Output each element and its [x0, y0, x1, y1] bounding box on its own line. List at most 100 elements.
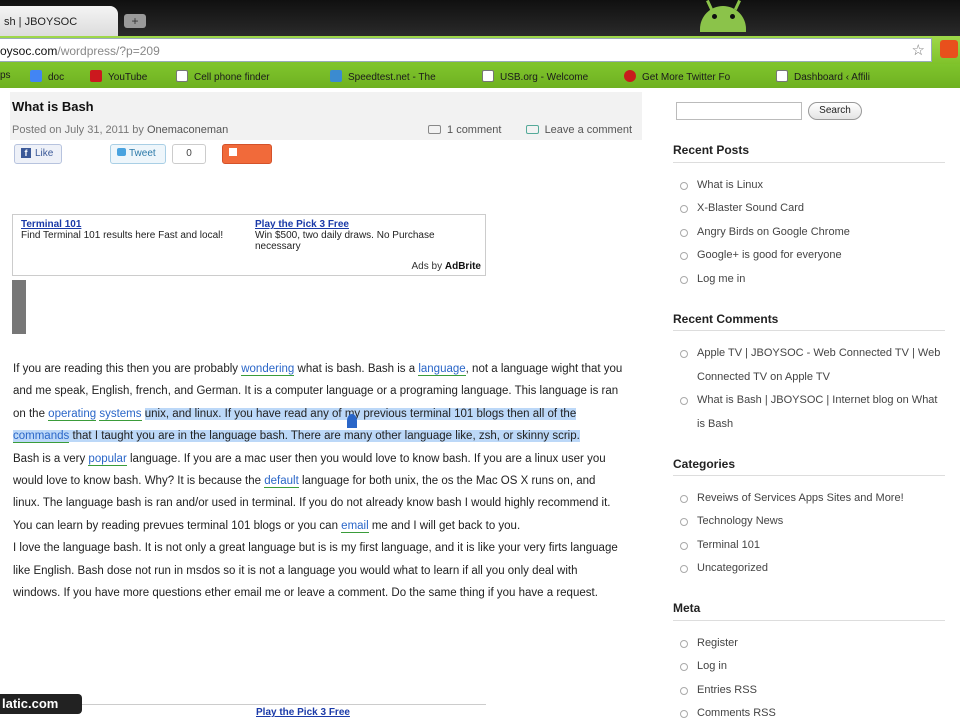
bullet-icon [680, 182, 688, 190]
bookmark-speedtest[interactable]: Speedtest.net - The [330, 70, 436, 83]
url-path: /wordpress/?p=209 [57, 44, 160, 58]
recent-comment-item[interactable]: Apple TV | JBOYSOC - Web Connected TV | … [680, 342, 942, 389]
ad-item[interactable]: Terminal 101 Find Terminal 101 results h… [21, 219, 241, 241]
bookmark-usb-org[interactable]: USB.org - Welcome [482, 70, 588, 83]
bullet-icon [680, 350, 688, 358]
tweet-button[interactable]: Tweet [110, 144, 166, 164]
bullet-icon [680, 276, 688, 284]
extension-icon[interactable] [940, 40, 958, 58]
bookmark-twitter-followers[interactable]: Get More Twitter Fo [624, 70, 730, 83]
new-tab-button[interactable]: + [124, 14, 146, 28]
bullet-icon [680, 663, 688, 671]
keyword-link[interactable]: commands [13, 430, 70, 444]
page-icon [176, 70, 188, 82]
post-header: What is Bash Posted on July 31, 2011 by … [10, 92, 642, 140]
comment-count-link[interactable]: 1 comment [447, 124, 501, 136]
category-item[interactable]: Terminal 101 [680, 534, 942, 558]
bookmark-cell-phone-finder[interactable]: Cell phone finder [176, 70, 270, 83]
keyword-link[interactable]: operating [48, 407, 97, 421]
meta-item[interactable]: Entries RSS [680, 679, 942, 703]
keyword-link[interactable]: default [264, 475, 299, 489]
recent-post-item[interactable]: X-Blaster Sound Card [680, 197, 942, 221]
bullet-icon [680, 565, 688, 573]
google-icon [30, 70, 42, 82]
bullet-icon [680, 710, 688, 718]
divider [673, 330, 945, 331]
paragraph: If you are reading this then you are pro… [13, 363, 623, 444]
search-button[interactable]: Search [808, 102, 862, 120]
ad-item[interactable]: Play the Pick 3 Free Win $500, two daily… [255, 219, 475, 252]
ad-box-bottom: Play the Pick 3 Free [12, 704, 486, 720]
android-logo-icon [684, 0, 764, 36]
recent-comment-item[interactable]: What is Bash | JBOYSOC | Internet blog o… [680, 389, 942, 436]
bookmark-apps[interactable]: ps [0, 70, 11, 81]
category-item[interactable]: Reveiws of Services Apps Sites and More! [680, 487, 942, 511]
keyword-link[interactable]: email [341, 519, 369, 533]
categories-title: Categories [673, 457, 736, 471]
ad-box: Terminal 101 Find Terminal 101 results h… [12, 214, 486, 276]
recent-post-item[interactable]: Angry Birds on Google Chrome [680, 221, 942, 245]
bullet-icon [680, 542, 688, 550]
bookmark-star-icon[interactable]: ☆ [912, 41, 925, 59]
bookmark-youtube[interactable]: YouTube [90, 70, 147, 83]
bullet-icon [680, 205, 688, 213]
ad-link[interactable]: Play the Pick 3 Free [256, 707, 350, 718]
page-icon [776, 70, 788, 82]
meta-item[interactable]: Comments RSS [680, 702, 942, 720]
selected-text: that I taught you are in the language ba… [69, 430, 580, 443]
twitter-icon [117, 148, 126, 156]
bookmark-doc[interactable]: doc [30, 70, 64, 83]
paragraph: I love the language bash. It is not only… [13, 542, 618, 600]
bullet-icon [680, 495, 688, 503]
watermark: latic.com [0, 694, 82, 714]
post-title[interactable]: What is Bash [12, 99, 94, 114]
keyword-link[interactable]: popular [88, 452, 127, 466]
share-button[interactable]: Share [222, 144, 272, 177]
tab-strip: sh | JBOYSOC + [0, 0, 960, 36]
leave-comment-link[interactable]: Leave a comment [545, 124, 632, 136]
address-bar[interactable]: oysoc.com/wordpress/?p=209 ☆ [0, 38, 932, 62]
meta-title: Meta [673, 601, 701, 615]
category-item[interactable]: Uncategorized [680, 557, 942, 581]
web-page: What is Bash Posted on July 31, 2011 by … [0, 88, 960, 720]
bullet-icon [680, 687, 688, 695]
divider [673, 475, 945, 476]
recent-comments-title: Recent Comments [673, 312, 779, 326]
bullet-icon [680, 518, 688, 526]
facebook-like-button[interactable]: f Like [14, 144, 62, 164]
facebook-icon: f [21, 148, 31, 158]
vertical-badge[interactable] [12, 280, 26, 334]
recent-post-item[interactable]: What is Linux [680, 174, 942, 198]
bookmark-dashboard[interactable]: Dashboard ‹ Affili [776, 70, 870, 83]
paragraph: Bash is a very popular language. If you … [13, 452, 611, 533]
selected-text: unix, and linux. If you have read any of… [144, 407, 577, 420]
url-domain: oysoc.com [0, 44, 58, 58]
keyword-link[interactable]: systems [99, 407, 142, 421]
bullet-icon [680, 640, 688, 648]
meta-item[interactable]: Register [680, 632, 942, 656]
article-body: If you are reading this then you are pro… [13, 358, 625, 604]
keyword-link[interactable]: wondering [241, 363, 295, 376]
recent-posts-title: Recent Posts [673, 143, 750, 157]
bullet-icon [680, 252, 688, 260]
page-icon [482, 70, 494, 82]
bookmarks-bar: ps doc YouTube Cell phone finder Speedte… [0, 64, 960, 88]
leave-comment-icon [525, 125, 539, 134]
meta-item[interactable]: Log in [680, 655, 942, 679]
recent-post-item[interactable]: Log me in [680, 268, 942, 292]
comment-links: 1 comment Leave a comment [428, 124, 632, 136]
speedtest-icon [330, 70, 342, 82]
keyword-link[interactable]: language [418, 363, 466, 376]
author-link[interactable]: Onemaconeman [147, 124, 228, 136]
browser-tab[interactable]: sh | JBOYSOC [0, 6, 118, 36]
search-input[interactable] [676, 102, 802, 120]
browser-toolbar: oysoc.com/wordpress/?p=209 ☆ [0, 36, 960, 64]
recent-post-item[interactable]: Google+ is good for everyone [680, 244, 942, 268]
bullet-icon [680, 397, 688, 405]
divider [673, 620, 945, 621]
category-item[interactable]: Technology News [680, 510, 942, 534]
plus-icon [229, 148, 237, 156]
twitter-bird-icon [624, 70, 636, 82]
post-meta: Posted on July 31, 2011 by Onemaconeman [12, 124, 229, 136]
ads-by-label[interactable]: Ads by AdBrite [412, 261, 481, 272]
